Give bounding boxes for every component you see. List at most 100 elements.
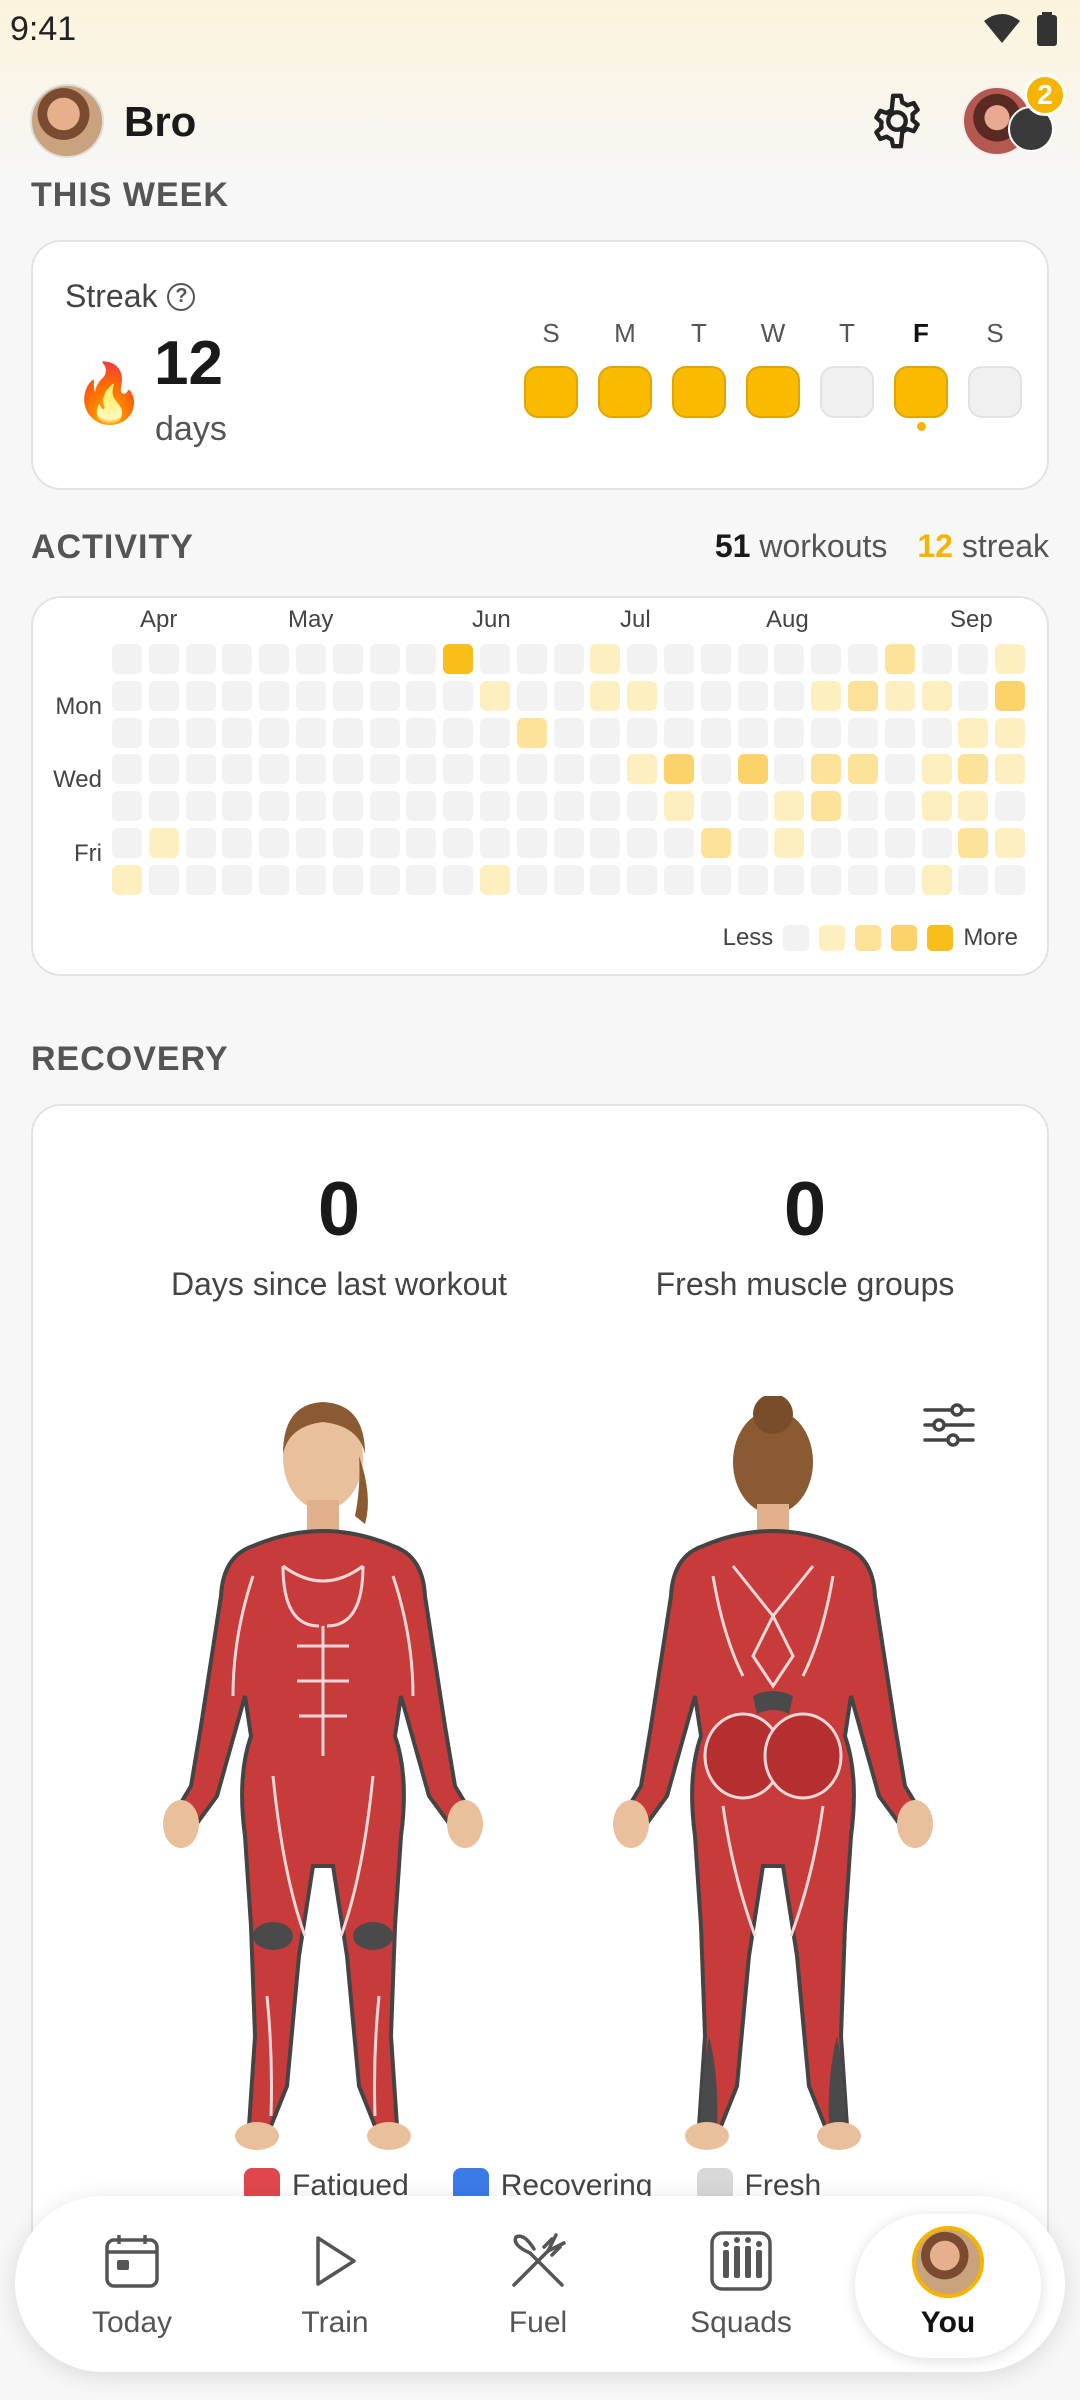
heatmap-cell[interactable] xyxy=(332,791,363,822)
heatmap-cell[interactable] xyxy=(148,828,179,858)
heatmap-cell[interactable] xyxy=(112,864,142,895)
heatmap-cell[interactable] xyxy=(664,864,694,895)
heatmap-cell[interactable] xyxy=(848,791,878,822)
body-front-figure[interactable] xyxy=(133,1396,513,2156)
heatmap-cell[interactable] xyxy=(737,717,768,748)
heatmap-cell[interactable] xyxy=(848,864,878,895)
heatmap-cell[interactable] xyxy=(995,754,1026,785)
heatmap-cell[interactable] xyxy=(443,680,474,711)
heatmap-cell[interactable] xyxy=(811,864,842,895)
heatmap-cell[interactable] xyxy=(332,644,363,674)
heatmap-cell[interactable] xyxy=(296,791,326,822)
heatmap-cell[interactable] xyxy=(480,680,510,711)
heatmap-cell[interactable] xyxy=(848,717,878,748)
heatmap-cell[interactable] xyxy=(553,864,584,895)
heatmap-cell[interactable] xyxy=(406,754,437,785)
heatmap-cell[interactable] xyxy=(112,644,142,674)
heatmap-cell[interactable] xyxy=(848,644,878,674)
heatmap-cell[interactable] xyxy=(185,791,216,822)
heatmap-cell[interactable] xyxy=(921,791,952,822)
heatmap-cell[interactable] xyxy=(222,644,253,674)
heatmap-cell[interactable] xyxy=(774,680,805,711)
heatmap-cell[interactable] xyxy=(443,717,474,748)
heatmap-cell[interactable] xyxy=(737,828,768,858)
heatmap-cell[interactable] xyxy=(921,864,952,895)
body-back-figure[interactable] xyxy=(583,1396,963,2156)
heatmap-cell[interactable] xyxy=(921,644,952,674)
heatmap-cell[interactable] xyxy=(406,791,437,822)
heatmap-cell[interactable] xyxy=(627,717,658,748)
heatmap-cell[interactable] xyxy=(516,791,547,822)
heatmap-cell[interactable] xyxy=(148,791,179,822)
heatmap-cell[interactable] xyxy=(185,864,216,895)
heatmap-cell[interactable] xyxy=(737,791,768,822)
heatmap-cell[interactable] xyxy=(185,828,216,858)
heatmap-cell[interactable] xyxy=(627,644,658,674)
heatmap-cell[interactable] xyxy=(958,680,989,711)
heatmap-cell[interactable] xyxy=(185,644,216,674)
heatmap-cell[interactable] xyxy=(590,680,621,711)
heatmap-cell[interactable] xyxy=(884,680,915,711)
heatmap-cell[interactable] xyxy=(884,828,915,858)
heatmap-cell[interactable] xyxy=(112,828,142,858)
heatmap-cell[interactable] xyxy=(259,680,290,711)
heatmap-cell[interactable] xyxy=(884,754,915,785)
heatmap-cell[interactable] xyxy=(443,864,474,895)
heatmap-cell[interactable] xyxy=(774,864,805,895)
heatmap-cell[interactable] xyxy=(774,754,805,785)
heatmap-cell[interactable] xyxy=(148,644,179,674)
heatmap-cell[interactable] xyxy=(958,864,989,895)
heatmap-cell[interactable] xyxy=(811,754,842,785)
heatmap-cell[interactable] xyxy=(590,717,621,748)
streak-card[interactable]: Streak ? 🔥 12 days S M T W T F S xyxy=(31,240,1049,490)
heatmap-cell[interactable] xyxy=(516,644,547,674)
heatmap-cell[interactable] xyxy=(553,717,584,748)
heatmap-cell[interactable] xyxy=(700,754,731,785)
heatmap-cell[interactable] xyxy=(480,644,510,674)
heatmap-cell[interactable] xyxy=(664,754,694,785)
heatmap-cell[interactable] xyxy=(406,680,437,711)
heatmap-cell[interactable] xyxy=(774,791,805,822)
heatmap-cell[interactable] xyxy=(516,717,547,748)
heatmap-cell[interactable] xyxy=(148,864,179,895)
heatmap-cell[interactable] xyxy=(296,828,326,858)
heatmap-cell[interactable] xyxy=(848,754,878,785)
heatmap-cell[interactable] xyxy=(700,644,731,674)
heatmap-cell[interactable] xyxy=(700,828,731,858)
heatmap-cell[interactable] xyxy=(811,717,842,748)
heatmap-cell[interactable] xyxy=(627,864,658,895)
heatmap-cell[interactable] xyxy=(332,717,363,748)
heatmap-cell[interactable] xyxy=(627,754,658,785)
heatmap-cell[interactable] xyxy=(700,680,731,711)
heatmap-cell[interactable] xyxy=(774,828,805,858)
heatmap-cell[interactable] xyxy=(369,717,400,748)
heatmap-cell[interactable] xyxy=(664,644,694,674)
heatmap-cell[interactable] xyxy=(737,644,768,674)
heatmap-cell[interactable] xyxy=(627,680,658,711)
heatmap-cell[interactable] xyxy=(664,828,694,858)
heatmap-cell[interactable] xyxy=(222,828,253,858)
heatmap-cell[interactable] xyxy=(443,828,474,858)
heatmap-cell[interactable] xyxy=(590,864,621,895)
heatmap-cell[interactable] xyxy=(259,864,290,895)
heatmap-cell[interactable] xyxy=(185,717,216,748)
heatmap-cell[interactable] xyxy=(443,754,474,785)
heatmap-cell[interactable] xyxy=(443,644,474,674)
heatmap-cell[interactable] xyxy=(185,680,216,711)
heatmap-cell[interactable] xyxy=(516,828,547,858)
heatmap-cell[interactable] xyxy=(590,644,621,674)
heatmap-cell[interactable] xyxy=(884,717,915,748)
heatmap-cell[interactable] xyxy=(590,754,621,785)
heatmap-cell[interactable] xyxy=(369,828,400,858)
heatmap-cell[interactable] xyxy=(259,828,290,858)
heatmap-cell[interactable] xyxy=(553,828,584,858)
heatmap-cell[interactable] xyxy=(700,864,731,895)
heatmap-cell[interactable] xyxy=(332,828,363,858)
heatmap-cell[interactable] xyxy=(958,791,989,822)
heatmap-cell[interactable] xyxy=(590,828,621,858)
heatmap-cell[interactable] xyxy=(443,791,474,822)
gear-icon[interactable] xyxy=(866,90,928,152)
heatmap-cell[interactable] xyxy=(516,754,547,785)
heatmap-cell[interactable] xyxy=(296,680,326,711)
heatmap-cell[interactable] xyxy=(700,717,731,748)
